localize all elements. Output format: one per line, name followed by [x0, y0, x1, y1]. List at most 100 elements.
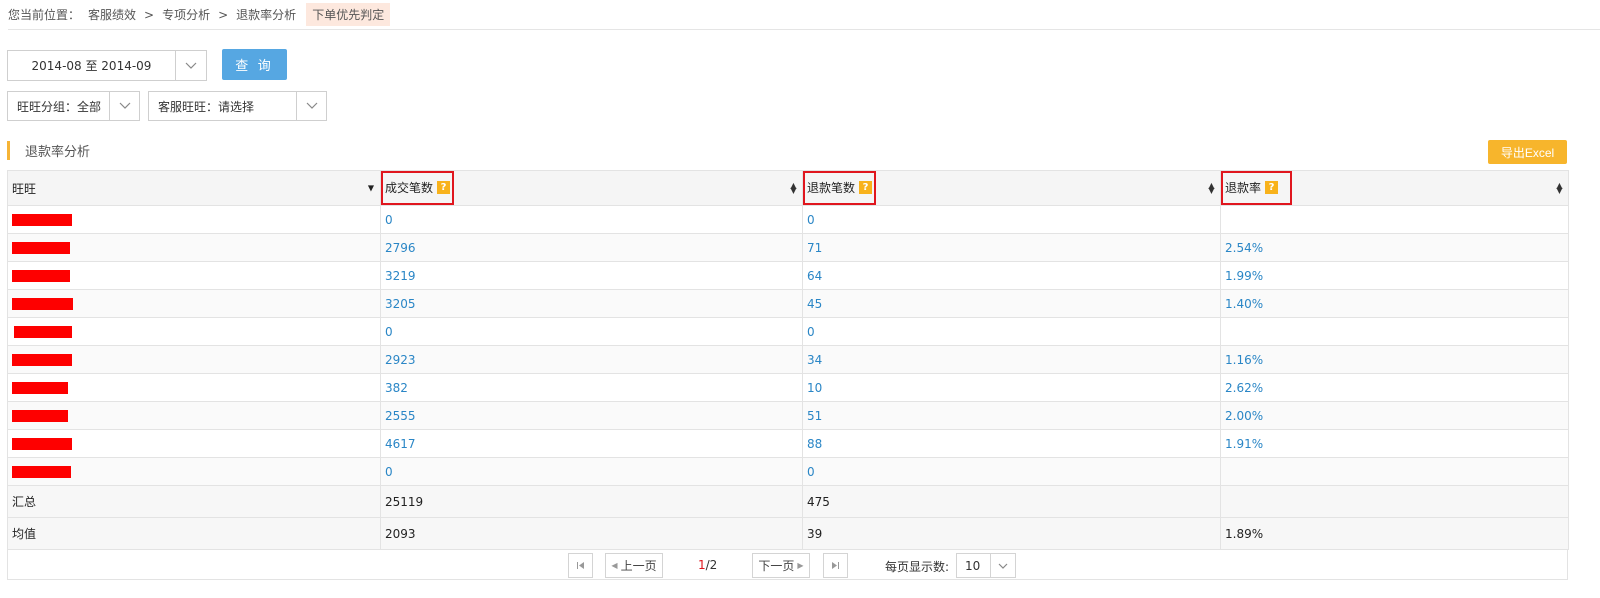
- column-header-refund-rate[interactable]: 退款率 ? ▲ ▼: [1220, 170, 1569, 206]
- deals-link[interactable]: 2555: [385, 409, 416, 423]
- group-select[interactable]: 旺旺分组：全部: [7, 91, 140, 121]
- query-button[interactable]: 查 询: [222, 49, 287, 80]
- last-page-icon: [832, 562, 839, 569]
- cell-rate: 1.99%: [1220, 261, 1569, 290]
- refunds-link[interactable]: 88: [807, 437, 822, 451]
- chevron-down-icon[interactable]: [175, 51, 206, 80]
- next-page-label: 下一页: [758, 559, 795, 573]
- refunds-link[interactable]: 0: [807, 325, 815, 339]
- refund-rate-table: 旺旺 ▼ 成交笔数 ? ▲ ▼ 退款笔数 ? ▲ ▼ 退款率 ? ▲ ▼ 0 0…: [7, 170, 1569, 550]
- deals-link[interactable]: 0: [385, 325, 393, 339]
- summary-label: 汇总: [7, 485, 381, 518]
- help-icon[interactable]: ?: [1265, 181, 1279, 194]
- section-title: 退款率分析: [7, 141, 90, 160]
- first-page-button[interactable]: [568, 553, 593, 578]
- cell-refunds[interactable]: 34: [802, 345, 1221, 374]
- redacted-name: [12, 438, 72, 450]
- help-icon[interactable]: ?: [859, 181, 873, 194]
- cell-rate: 2.54%: [1220, 233, 1569, 262]
- column-header-label: 旺旺: [12, 181, 37, 196]
- cell-refunds[interactable]: 45: [802, 289, 1221, 318]
- table-row: 0 0: [7, 457, 1569, 486]
- table-row: 3205 45 1.40%: [7, 289, 1569, 318]
- rate-value: 2.62%: [1225, 380, 1264, 395]
- date-range-select[interactable]: 2014-08 至 2014-09: [7, 50, 207, 81]
- deals-link[interactable]: 0: [385, 465, 393, 479]
- last-page-button[interactable]: [823, 553, 848, 578]
- redacted-name: [12, 298, 73, 310]
- page-size-select[interactable]: 10: [956, 553, 1016, 578]
- breadcrumb-item-special[interactable]: 专项分析: [162, 6, 210, 23]
- cell-refunds[interactable]: 88: [802, 429, 1221, 458]
- summary-refunds: 475: [802, 485, 1221, 518]
- total-pages: /2: [705, 558, 718, 572]
- chevron-down-icon[interactable]: [990, 554, 1015, 577]
- help-icon[interactable]: ?: [437, 181, 451, 194]
- column-header-label: 退款笔数: [807, 181, 856, 195]
- sort-desc-icon[interactable]: ▼: [368, 184, 374, 193]
- sort-icon[interactable]: ▲ ▼: [1556, 182, 1563, 195]
- cell-deals[interactable]: 0: [380, 457, 803, 486]
- prev-page-button[interactable]: ◀ 上一页: [605, 553, 663, 578]
- redacted-name: [12, 270, 70, 282]
- redacted-name: [12, 410, 68, 422]
- cell-wangwang: [7, 205, 381, 234]
- refunds-link[interactable]: 34: [807, 353, 822, 367]
- cell-deals[interactable]: 4617: [380, 429, 803, 458]
- cell-refunds[interactable]: 64: [802, 261, 1221, 290]
- cell-deals[interactable]: 382: [380, 373, 803, 402]
- table-row: 2555 51 2.00%: [7, 401, 1569, 430]
- cell-deals[interactable]: 0: [380, 205, 803, 234]
- next-page-button[interactable]: 下一页 ▶: [752, 553, 810, 578]
- cell-refunds[interactable]: 0: [802, 457, 1221, 486]
- cell-rate: [1220, 205, 1569, 234]
- column-header-deals[interactable]: 成交笔数 ? ▲ ▼: [380, 170, 803, 206]
- cell-rate: 2.00%: [1220, 401, 1569, 430]
- average-label: 均值: [7, 517, 381, 550]
- cell-refunds[interactable]: 51: [802, 401, 1221, 430]
- refunds-link[interactable]: 51: [807, 409, 822, 423]
- table-row: 2796 71 2.54%: [7, 233, 1569, 262]
- cell-refunds[interactable]: 71: [802, 233, 1221, 262]
- page-size-label: 每页显示数:: [885, 560, 950, 574]
- deals-link[interactable]: 3219: [385, 269, 416, 283]
- cell-deals[interactable]: 2555: [380, 401, 803, 430]
- cell-deals[interactable]: 3219: [380, 261, 803, 290]
- refunds-link[interactable]: 64: [807, 269, 822, 283]
- redacted-name: [12, 214, 72, 226]
- breadcrumb-tag[interactable]: 下单优先判定: [306, 3, 391, 26]
- sort-icon[interactable]: ▲ ▼: [1208, 182, 1215, 195]
- refunds-link[interactable]: 71: [807, 241, 822, 255]
- refunds-link[interactable]: 45: [807, 297, 822, 311]
- chevron-down-icon[interactable]: [296, 92, 326, 120]
- deals-link[interactable]: 0: [385, 213, 393, 227]
- export-excel-button[interactable]: 导出Excel: [1488, 140, 1567, 164]
- deals-link[interactable]: 4617: [385, 437, 416, 451]
- column-header-refunds[interactable]: 退款笔数 ? ▲ ▼: [802, 170, 1221, 206]
- deals-link[interactable]: 2923: [385, 353, 416, 367]
- cell-deals[interactable]: 2796: [380, 233, 803, 262]
- chevron-down-icon[interactable]: [109, 92, 139, 120]
- refunds-link[interactable]: 0: [807, 213, 815, 227]
- refunds-link[interactable]: 10: [807, 381, 822, 395]
- deals-link[interactable]: 382: [385, 381, 408, 395]
- average-deals: 2093: [380, 517, 803, 550]
- breadcrumb-item-refund[interactable]: 退款率分析: [236, 6, 296, 23]
- refunds-link[interactable]: 0: [807, 465, 815, 479]
- cell-deals[interactable]: 0: [380, 317, 803, 346]
- sort-icon[interactable]: ▲ ▼: [790, 182, 797, 195]
- cell-deals[interactable]: 2923: [380, 345, 803, 374]
- customer-service-select[interactable]: 客服旺旺：请选择: [148, 91, 327, 121]
- current-page: 1: [698, 558, 706, 572]
- cell-deals[interactable]: 3205: [380, 289, 803, 318]
- page-size-value: 10: [965, 558, 981, 573]
- cell-refunds[interactable]: 10: [802, 373, 1221, 402]
- average-row: 均值 2093 39 1.89%: [7, 517, 1569, 550]
- deals-link[interactable]: 3205: [385, 297, 416, 311]
- breadcrumb-item-kefu[interactable]: 客服绩效: [88, 6, 136, 23]
- deals-link[interactable]: 2796: [385, 241, 416, 255]
- breadcrumb: 您当前位置： 客服绩效 > 专项分析 > 退款率分析 下单优先判定: [8, 0, 1600, 30]
- cell-refunds[interactable]: 0: [802, 205, 1221, 234]
- column-header-wangwang[interactable]: 旺旺 ▼: [7, 170, 381, 206]
- cell-refunds[interactable]: 0: [802, 317, 1221, 346]
